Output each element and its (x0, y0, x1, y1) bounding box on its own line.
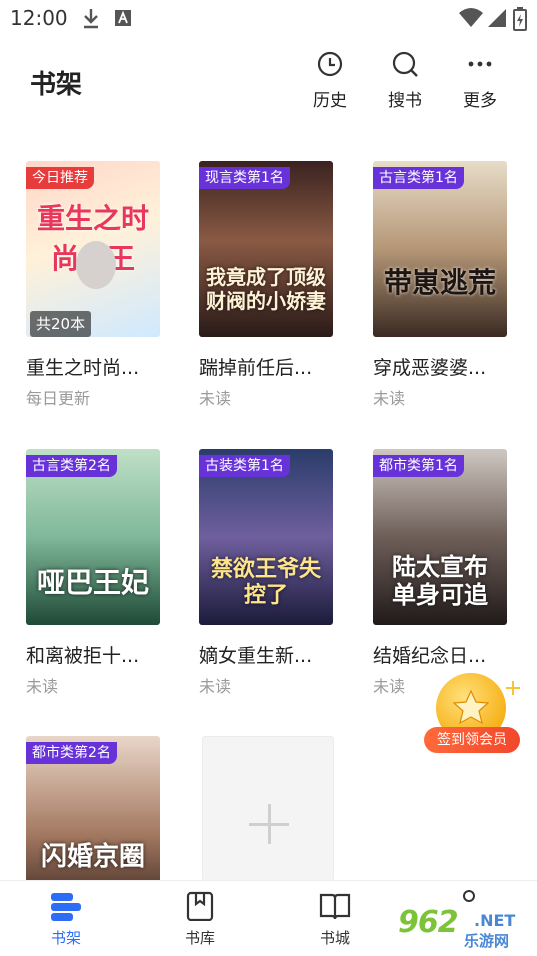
download-icon (84, 9, 98, 29)
nav-bookshelf[interactable]: 书架 (36, 891, 96, 948)
ranking-tag: 古言类第2名 (26, 455, 117, 477)
cover-title: 我竟成了顶级财阀的小娇妻 (206, 265, 326, 313)
add-book-button[interactable] (202, 736, 334, 881)
nav-bookstore[interactable]: 书城 (305, 891, 365, 948)
book-item[interactable]: 带崽逃荒 古言类第1名 穿成恶婆婆... 未读 (373, 161, 523, 411)
book-status: 未读 (199, 389, 232, 408)
text-notification-icon (115, 10, 131, 26)
cover-figure (76, 241, 116, 289)
book-title: 嫡女重生新... (199, 645, 313, 667)
book-item[interactable]: 哑巴王妃 古言类第2名 和离被拒十... 未读 (26, 449, 176, 699)
status-time: 12:00 (10, 6, 68, 30)
bookshelf-icon (51, 893, 81, 921)
clock-icon (317, 51, 343, 77)
book-status: 未读 (373, 389, 406, 408)
watermark-logo: 962 .NET 乐游网 (398, 905, 530, 951)
history-label: 历史 (313, 91, 347, 111)
book-item[interactable]: 陆太宣布单身可追 都市类第1名 结婚纪念日... 未读 (373, 449, 523, 699)
ranking-tag: 古言类第1名 (373, 167, 464, 189)
recommend-tag: 今日推荐 (26, 167, 94, 189)
signal-icon (488, 9, 506, 27)
ranking-tag: 古装类第1名 (199, 455, 290, 477)
watermark-net: .NET (474, 911, 516, 930)
battery-icon (513, 7, 527, 31)
book-item[interactable]: 闪婚京圈 都市类第2名 (26, 736, 176, 881)
nav-library[interactable]: 书库 (170, 891, 230, 948)
sparkle-icon (506, 681, 520, 695)
more-label: 更多 (463, 91, 497, 111)
book-status: 未读 (373, 677, 406, 696)
book-item[interactable]: 我竟成了顶级财阀的小娇妻 现言类第1名 踹掉前任后... 未读 (199, 161, 349, 411)
cover-title: 带崽逃荒 (383, 266, 496, 299)
book-item[interactable]: 禁欲王爷失控了 古装类第1名 嫡女重生新... 未读 (199, 449, 349, 699)
nav-library-label: 书库 (184, 929, 215, 947)
book-title: 结婚纪念日... (373, 645, 487, 667)
book-count-badge: 共20本 (30, 311, 92, 337)
watermark-site: 乐游网 (464, 932, 510, 950)
wifi-icon (459, 8, 483, 27)
history-button[interactable]: 历史 (300, 50, 360, 114)
ranking-tag: 都市类第2名 (26, 742, 117, 764)
ranking-tag: 都市类第1名 (373, 455, 464, 477)
search-books-label: 搜书 (388, 91, 422, 111)
more-button[interactable]: 更多 (450, 50, 510, 114)
bookmark-book-icon (186, 891, 214, 921)
cover-title: 陆太宣布单身可追 (392, 553, 488, 609)
search-icon (392, 51, 418, 77)
status-bar: 12:00 (0, 0, 537, 36)
book-item[interactable]: 重生之时尚女王 共20本 今日推荐 重生之时尚... 每日更新 (26, 161, 176, 411)
book-title: 重生之时尚... (26, 357, 140, 379)
nav-bookshelf-label: 书架 (50, 929, 81, 947)
book-title: 穿成恶婆婆... (373, 357, 487, 379)
ranking-tag: 现言类第1名 (199, 167, 290, 189)
book-status: 未读 (199, 677, 232, 696)
cover-title: 闪婚京圈 (40, 842, 145, 872)
profile-icon[interactable] (460, 889, 478, 903)
cover-title: 哑巴王妃 (36, 566, 149, 599)
book-title: 和离被拒十... (26, 645, 140, 667)
search-books-button[interactable]: 搜书 (375, 50, 435, 114)
nav-bookstore-label: 书城 (319, 929, 350, 947)
page-title: 书架 (30, 70, 83, 100)
signin-reward-button[interactable]: 签到领会员 (424, 673, 524, 753)
book-status: 未读 (26, 677, 59, 696)
book-status: 每日更新 (26, 389, 91, 408)
cover-title: 禁欲王爷失控了 (210, 557, 321, 608)
watermark-number: 962 (398, 905, 459, 940)
book-title: 踹掉前任后... (199, 357, 313, 379)
more-dots-icon (468, 61, 492, 67)
open-book-icon (319, 893, 351, 920)
signin-label: 签到领会员 (424, 727, 520, 753)
